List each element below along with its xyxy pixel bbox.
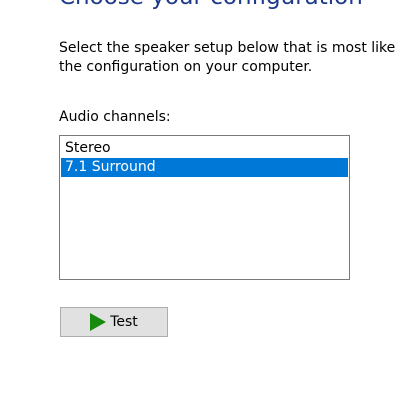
audio-channels-label: Audio channels:: [59, 109, 171, 125]
list-item-stereo[interactable]: Stereo: [61, 139, 348, 158]
page-title: Choose your configuration: [59, 0, 363, 10]
instructions-line-2: the configuration on your computer.: [59, 59, 313, 75]
test-button-label: Test: [110, 314, 138, 330]
instructions-line-1: Select the speaker setup below that is m…: [59, 40, 396, 56]
play-icon: [90, 313, 107, 331]
test-button[interactable]: Test: [60, 307, 168, 337]
speaker-setup-page: Choose your configuration Select the spe…: [0, 0, 412, 414]
list-item-7-1-surround[interactable]: 7.1 Surround: [61, 158, 348, 177]
instructions-text: Select the speaker setup below that is m…: [59, 39, 395, 77]
audio-channels-listbox[interactable]: Stereo 7.1 Surround: [59, 135, 350, 280]
